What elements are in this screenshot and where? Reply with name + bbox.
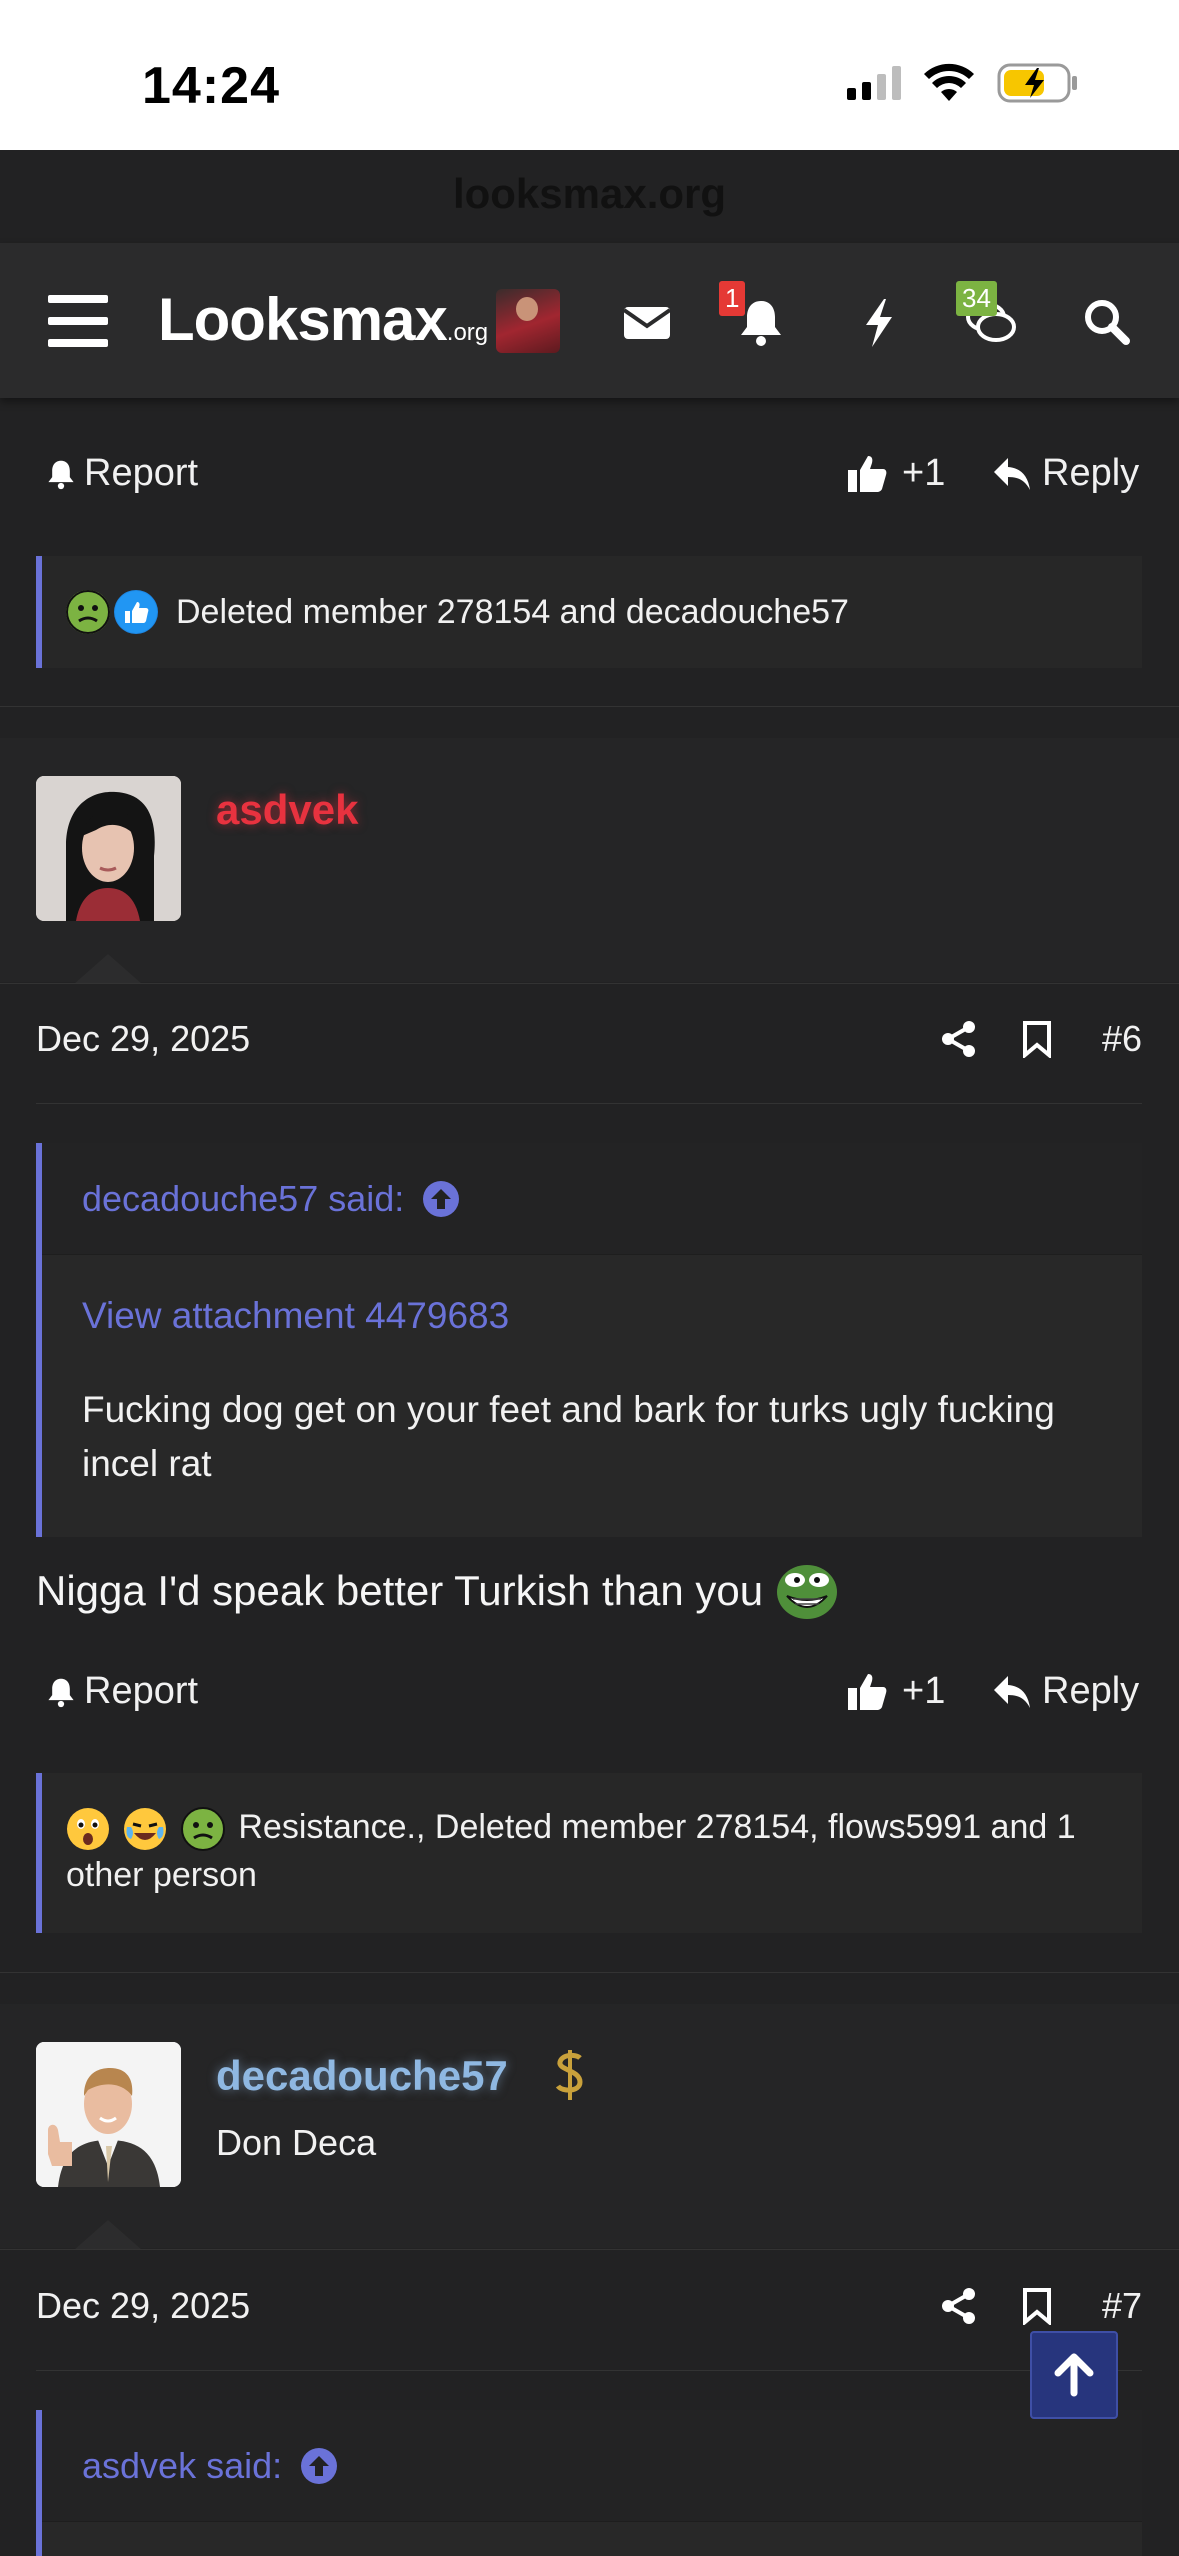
- pepe-emoji-icon: [777, 1565, 838, 1619]
- avatar[interactable]: [36, 776, 181, 921]
- user-title: Don Deca: [216, 2122, 377, 2163]
- username[interactable]: decadouche57: [216, 2052, 508, 2100]
- like-count: +1: [902, 1670, 946, 1712]
- meta-divider: [36, 1103, 1142, 1104]
- top-nav: Looksmax.org 1 34: [0, 243, 1179, 398]
- reply-icon: [994, 457, 1030, 490]
- report-button[interactable]: Report: [44, 1670, 198, 1713]
- thumbs-up-icon: [848, 1673, 887, 1710]
- alerts-badge: 1: [719, 281, 746, 316]
- avatar-pointer: [74, 954, 142, 984]
- arrow-up-circle-icon: [301, 2447, 338, 2484]
- quote-block: asdvek said:: [36, 2410, 1142, 2556]
- report-button[interactable]: Report: [44, 452, 198, 495]
- reactions-summary[interactable]: Resistance., Deleted member 278154, flow…: [36, 1773, 1142, 1933]
- post-divider: [0, 1972, 1179, 1973]
- post-user-block: asdvek: [0, 738, 1179, 982]
- post-meta: Dec 29, 2025 #6: [0, 1018, 1179, 1078]
- account-avatar[interactable]: [496, 289, 560, 353]
- status-icons: [847, 62, 1079, 104]
- quote-author: decadouche57 said:: [82, 1177, 405, 1219]
- conversations-badge: 34: [956, 281, 997, 316]
- report-label: Report: [84, 1670, 199, 1712]
- reply-label: Reply: [1042, 452, 1140, 494]
- like-count: +1: [902, 452, 946, 494]
- reactions-summary[interactable]: Deleted member 278154 and decadouche57: [36, 556, 1142, 668]
- wifi-icon: [924, 63, 974, 101]
- post-date[interactable]: Dec 29, 2025: [36, 1018, 250, 1060]
- share-icon[interactable]: [940, 1020, 978, 1058]
- quote-text: Fucking dog get on your feet and bark fo…: [82, 1389, 1055, 1484]
- bolt-icon[interactable]: [852, 295, 906, 349]
- avatar[interactable]: [36, 2042, 181, 2187]
- post-divider: [0, 2249, 1179, 2250]
- address-bar-url[interactable]: looksmax.org: [0, 170, 1179, 218]
- post-number[interactable]: #7: [1102, 2285, 1142, 2327]
- post-divider: [0, 983, 1179, 984]
- quote-body: View attachment 4479683 Fucking dog get …: [42, 1255, 1142, 1521]
- reply-button[interactable]: Reply: [992, 452, 1139, 495]
- dollar-badge-icon: [555, 2050, 583, 2100]
- post-message: Nigga I'd speak better Turkish than you: [36, 1560, 839, 1622]
- nauseated-emoji-icon: [66, 590, 110, 634]
- bell-icon: [48, 1678, 74, 1707]
- like-button[interactable]: +1: [846, 452, 945, 495]
- quote-header[interactable]: asdvek said:: [42, 2410, 1142, 2522]
- arrow-up-circle-icon: [423, 1180, 460, 1217]
- surprised-emoji-icon: [66, 1807, 110, 1851]
- logo-suffix: .org: [446, 319, 489, 346]
- like-reaction-icon: [114, 590, 158, 634]
- like-button[interactable]: +1: [846, 1670, 945, 1713]
- reactions-text: Deleted member 278154 and decadouche57: [176, 592, 849, 631]
- post-meta: Dec 29, 2025 #7: [0, 2285, 1179, 2345]
- nauseated-emoji-icon: [180, 1807, 225, 1852]
- logo-main: Looksmax: [158, 286, 448, 353]
- reply-button[interactable]: Reply: [992, 1670, 1139, 1713]
- post-date[interactable]: Dec 29, 2025: [36, 2285, 250, 2327]
- attachment-link[interactable]: View attachment 4479683: [82, 1289, 1102, 1343]
- crying-laughing-emoji-icon: [123, 1807, 167, 1851]
- envelope-icon[interactable]: [620, 295, 674, 349]
- arrow-up-icon: [1054, 2353, 1094, 2397]
- post-divider: [0, 706, 1179, 707]
- reply-icon: [994, 1675, 1030, 1708]
- quote-header[interactable]: decadouche57 said:: [42, 1143, 1142, 1255]
- meta-divider: [36, 2370, 1142, 2371]
- share-icon[interactable]: [940, 2287, 978, 2325]
- username[interactable]: asdvek: [216, 786, 358, 834]
- search-icon[interactable]: [1080, 295, 1134, 349]
- scroll-to-top-button[interactable]: [1030, 2331, 1118, 2419]
- report-label: Report: [84, 452, 199, 494]
- cellular-signal-icon: [847, 66, 901, 100]
- post-user-block: decadouche57 Don Deca: [0, 2004, 1179, 2248]
- hamburger-icon[interactable]: [48, 295, 108, 347]
- thumbs-up-icon: [848, 455, 887, 492]
- post-number[interactable]: #6: [1102, 1018, 1142, 1060]
- status-time: 14:24: [142, 57, 280, 115]
- avatar-pointer: [74, 2220, 142, 2250]
- status-bar: 14:24 looksmax.org: [0, 0, 1179, 217]
- bookmark-icon[interactable]: [1022, 2287, 1052, 2325]
- bell-icon: [48, 460, 74, 489]
- post-actions: Report +1 Reply: [0, 1670, 1179, 1730]
- site-logo[interactable]: Looksmax.org: [158, 285, 488, 354]
- quote-block: decadouche57 said: View attachment 44796…: [36, 1143, 1142, 1537]
- quote-author: asdvek said:: [82, 2444, 283, 2486]
- reply-label: Reply: [1042, 1670, 1140, 1712]
- battery-charging-icon: [997, 63, 1077, 103]
- message-text: Nigga I'd speak better Turkish than you: [36, 1567, 764, 1614]
- post-actions: Report +1 Reply: [0, 452, 1179, 512]
- bookmark-icon[interactable]: [1022, 1020, 1052, 1058]
